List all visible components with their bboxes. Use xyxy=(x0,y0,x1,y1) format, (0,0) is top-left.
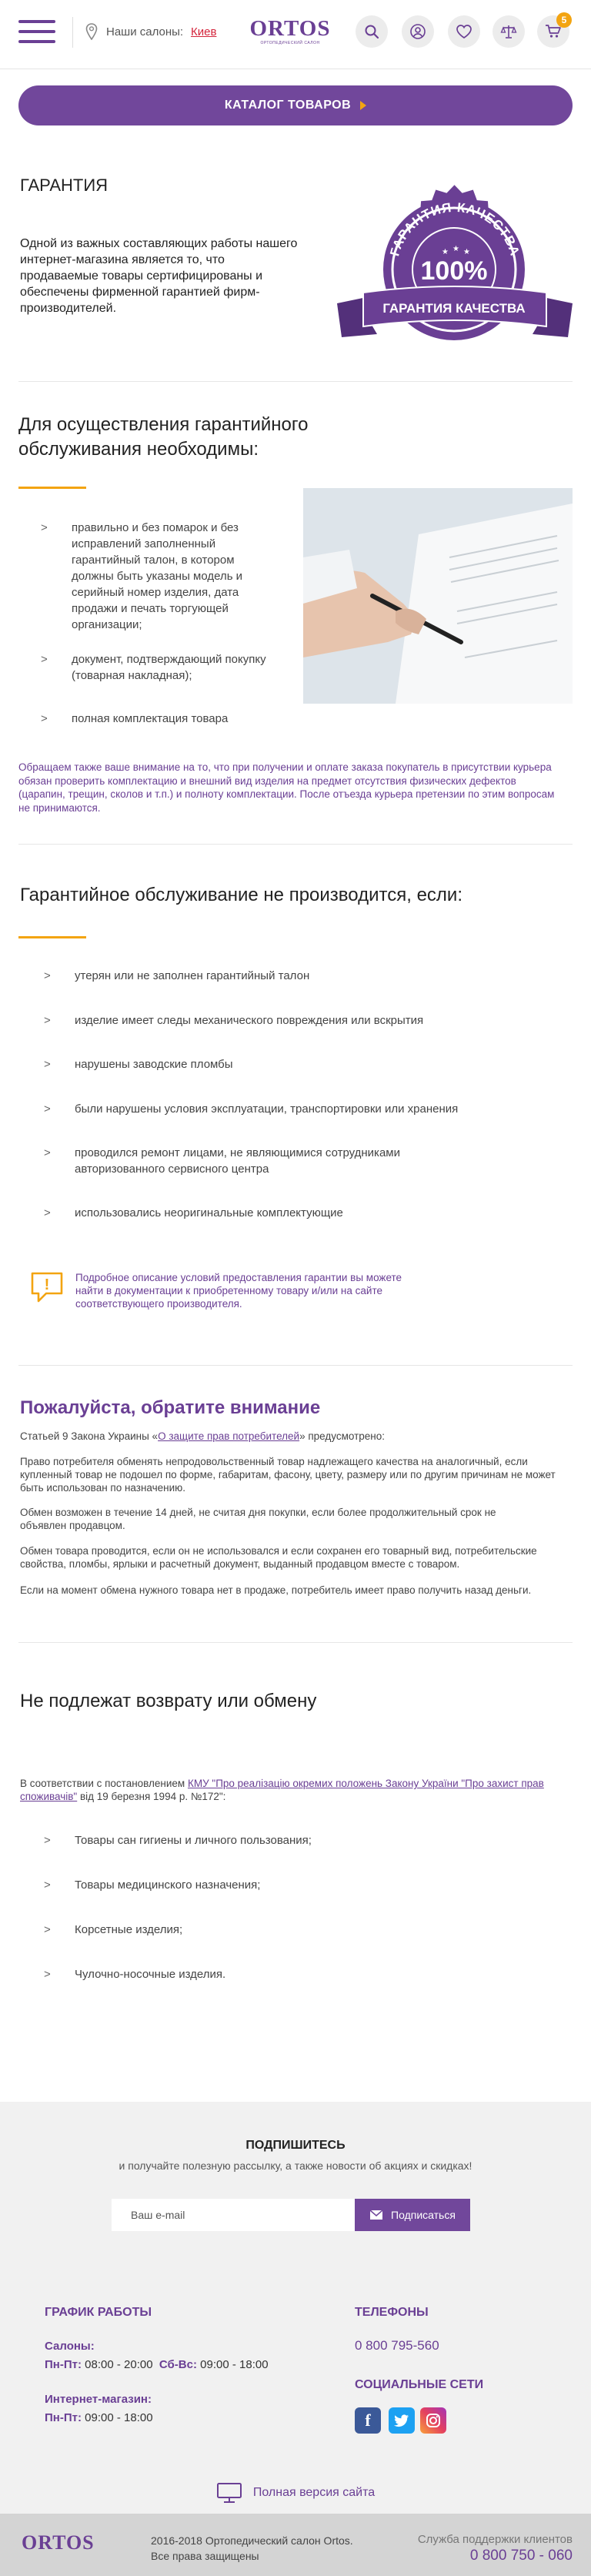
subscribe-button[interactable]: Подписаться xyxy=(355,2199,470,2231)
logo-subtitle: ОРТОПЕДИЧЕСКИЙ САЛОН xyxy=(260,41,320,45)
cart-count-badge: 5 xyxy=(556,12,572,28)
accent-line xyxy=(18,487,86,489)
exchange-right-text: Право потребителя обменять непродовольст… xyxy=(20,1456,556,1494)
resolution-reference: В соответствии с постановлением КМУ "Про… xyxy=(20,1778,544,1802)
header: Наши салоны: Киев ORTOS ОРТОПЕДИЧЕСКИЙ С… xyxy=(0,0,591,69)
exchange-conditions-text: Обмен товара проводится, если он не испо… xyxy=(20,1545,537,1570)
no-return-title: Не подлежат возврату или обмену xyxy=(20,1691,317,1711)
subscribe-button-label: Подписаться xyxy=(391,2209,456,2221)
catalog-button[interactable]: КАТАЛОГ ТОВАРОВ xyxy=(18,85,573,125)
salons-schedule-label: Салоны: xyxy=(45,2340,95,2353)
seal-ribbon-text: ГАРАНТИЯ КАЧЕСТВА xyxy=(382,301,525,316)
scales-icon xyxy=(500,25,517,38)
consumer-law-link[interactable]: О защите прав потребителей xyxy=(158,1430,299,1442)
compare-button[interactable] xyxy=(492,15,525,48)
account-button[interactable] xyxy=(402,15,434,48)
law-reference: Статьей 9 Закона Украины «О защите прав … xyxy=(20,1430,385,1442)
salons-schedule: Пн-Пт: 08:00 - 20:00 Сб-Вс: 09:00 - 18:0… xyxy=(45,2358,269,2371)
attention-title: Пожалуйста, обратите внимание xyxy=(20,1397,321,1418)
list-item: > Товары сан гигиены и личного пользовани… xyxy=(44,1834,312,1847)
list-item: > были нарушены условия эксплуатации, тра… xyxy=(44,1102,459,1116)
search-icon xyxy=(365,25,379,39)
accent-line xyxy=(18,936,86,938)
signing-document-photo xyxy=(303,488,573,704)
facebook-icon[interactable]: f xyxy=(355,2407,381,2434)
list-item: > утерян или не заполнен гарантийный тало… xyxy=(44,969,310,982)
list-item: > Корсетные изделия; xyxy=(44,1923,183,1936)
schedule-title: ГРАФИК РАБОТЫ xyxy=(45,2306,152,2319)
salons-label: Наши салоны: xyxy=(106,25,184,38)
exchange-term-text: Обмен возможен в течение 14 дней, не счи… xyxy=(20,1507,496,1531)
logo-text: ORTOS xyxy=(249,16,331,41)
subscribe-title: ПОДПИШИТЕСЬ xyxy=(245,2139,346,2152)
wishlist-button[interactable] xyxy=(448,15,480,48)
support-label: Служба поддержки клиентов xyxy=(417,2533,573,2546)
envelope-icon xyxy=(369,2210,383,2220)
phone-link[interactable]: 0 800 795-560 xyxy=(355,2338,439,2354)
courier-notice: Обращаем также ваше внимание на то, что … xyxy=(18,761,555,814)
service-title: Для осуществления гарантийного обслужива… xyxy=(18,414,309,460)
list-item: > изделие имеет следы механического повре… xyxy=(44,1014,424,1027)
list-item: > нарушены заводские пломбы xyxy=(44,1058,233,1071)
guarantee-text: Одной из важных составляющих работы наше… xyxy=(20,237,298,315)
full-version-label: Полная версия сайта xyxy=(252,2486,376,2499)
subscribe-description: и получайте полезную рассылку, а также н… xyxy=(119,2159,472,2172)
warranty-details-note: Подробное описание условий предоставлени… xyxy=(75,1272,402,1310)
shop-schedule-label: Интернет-магазин: xyxy=(45,2393,152,2406)
svg-text:★: ★ xyxy=(442,248,449,256)
refund-text: Если на момент обмена нужного товара нет… xyxy=(20,1584,532,1596)
catalog-button-label: КАТАЛОГ ТОВАРОВ xyxy=(224,99,352,112)
list-item: > Чулочно-носочные изделия. xyxy=(44,1968,226,1981)
user-icon xyxy=(410,24,426,39)
list-item: > правильно и без помарок и без исправлен… xyxy=(41,521,243,631)
instagram-icon[interactable] xyxy=(420,2407,446,2434)
svg-text:★: ★ xyxy=(452,245,459,253)
location-pin-icon xyxy=(85,23,98,40)
list-item: > использовались неоригинальные комплекту… xyxy=(44,1206,343,1219)
quality-seal-image: ГАРАНТИЯ КАЧЕСТВА 100% ★ ★ ★ ГАРАНТИЯ КАЧЕ… xyxy=(337,185,573,340)
salons-city-link[interactable]: Киев xyxy=(191,25,216,38)
guarantee-title: ГАРАНТИЯ xyxy=(20,176,109,195)
section-divider xyxy=(18,844,573,845)
logo[interactable]: ORTOS ОРТОПЕДИЧЕСКИЙ САЛОН xyxy=(248,17,332,51)
list-item: > документ, подтверждающий покупку (товар… xyxy=(41,653,266,682)
section-divider xyxy=(18,1365,573,1366)
support-phone-link[interactable]: 0 800 750 - 060 xyxy=(418,2548,573,2564)
header-divider xyxy=(72,17,73,48)
phones-title: ТЕЛЕФОНЫ xyxy=(355,2306,429,2319)
section-divider xyxy=(18,1642,573,1643)
subscribe-section xyxy=(0,2102,591,2283)
footer-logo[interactable]: ORTOS xyxy=(22,2531,95,2554)
page: Наши салоны: Киев ORTOS ОРТОПЕДИЧЕСКИЙ С… xyxy=(0,0,591,2576)
copyright: 2016-2018 Ортопедический салон Ortos. Вс… xyxy=(151,2534,353,2562)
twitter-icon[interactable] xyxy=(389,2407,415,2434)
heart-icon xyxy=(456,25,472,38)
seal-percent: 100% xyxy=(421,256,488,286)
list-item: > проводился ремонт лицами, не являющимис… xyxy=(44,1146,400,1176)
monitor-icon xyxy=(216,2483,242,2503)
full-version-link[interactable]: Полная версия сайта xyxy=(0,2474,591,2512)
arrow-right-icon xyxy=(360,101,367,110)
info-note-icon: ! xyxy=(31,1272,63,1303)
svg-text:★: ★ xyxy=(463,248,470,256)
svg-text:!: ! xyxy=(45,1276,50,1293)
cart-button[interactable]: 5 xyxy=(537,12,572,48)
section-divider xyxy=(18,381,573,382)
social-title: СОЦИАЛЬНЫЕ СЕТИ xyxy=(355,2378,484,2391)
list-item: > полная комплектация товара xyxy=(41,712,229,725)
list-item: > Товары медицинского назначения; xyxy=(44,1878,261,1892)
shop-schedule: Пн-Пт: 09:00 - 18:00 xyxy=(45,2411,153,2424)
customer-support: Служба поддержки клиентов 0 800 750 - 06… xyxy=(418,2533,573,2564)
not-performed-title: Гарантийное обслуживание не производится… xyxy=(20,885,462,905)
search-button[interactable] xyxy=(356,15,388,48)
menu-icon[interactable] xyxy=(18,20,55,43)
email-input[interactable] xyxy=(112,2199,355,2231)
